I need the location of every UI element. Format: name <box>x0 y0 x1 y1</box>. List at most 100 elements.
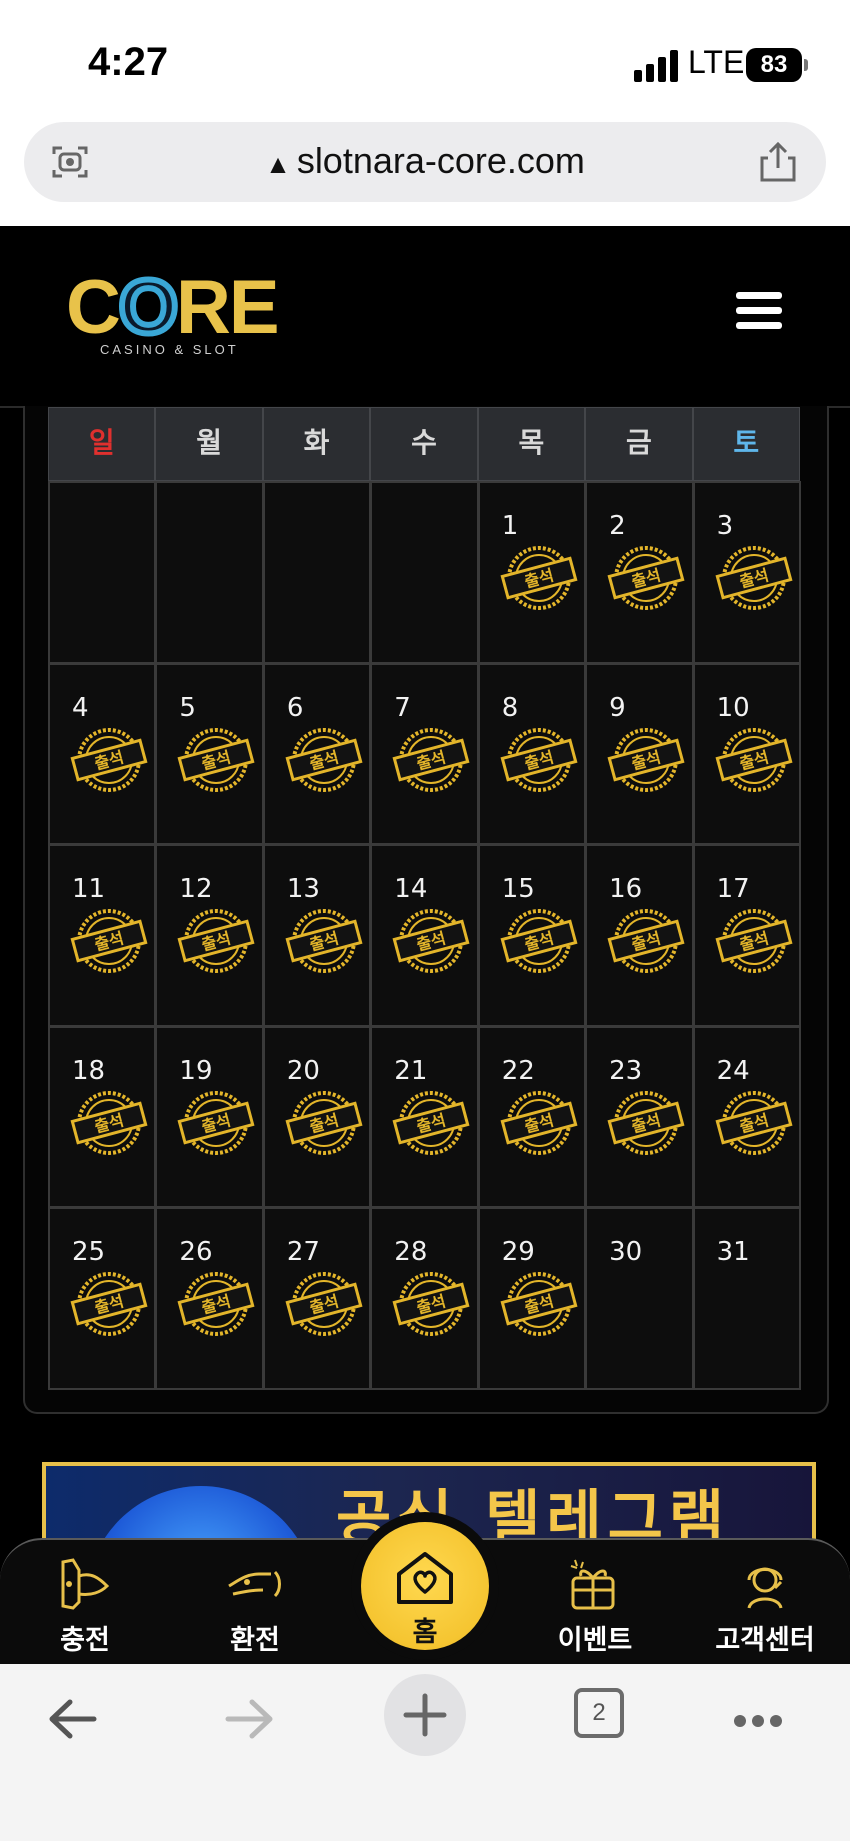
day-number: 23 <box>609 1055 643 1086</box>
calendar-day-cell: 22 출석 <box>477 1025 587 1209</box>
day-number: 26 <box>179 1237 213 1268</box>
attendance-stamp-icon: 출석 <box>70 1090 148 1155</box>
site-header: CORE CASINO & SLOT <box>0 226 850 408</box>
calendar-day-cell: 16 출석 <box>585 844 694 1027</box>
day-number: 7 <box>394 692 411 723</box>
day-number: 3 <box>716 511 734 541</box>
calendar-day-cell: 8 출석 <box>477 662 587 846</box>
home-heart-icon <box>397 1552 453 1604</box>
attendance-stamp-icon: 출석 <box>715 546 793 610</box>
new-tab-button[interactable] <box>384 1674 466 1756</box>
calendar-day-cell: 9 출석 <box>585 662 694 846</box>
nav-event-label: 이벤트 <box>557 1625 633 1656</box>
attendance-stamp-icon: 출석 <box>70 727 148 792</box>
weekday-label: 수 <box>370 407 478 481</box>
back-arrow-icon[interactable] <box>44 1694 100 1744</box>
nav-support[interactable]: 고객센터 <box>700 1556 830 1657</box>
gift-icon <box>570 1559 615 1610</box>
attendance-stamp-icon: 출석 <box>177 909 255 974</box>
browser-address-area: ▲ slotnara-core.com <box>0 120 850 226</box>
day-number: 10 <box>716 692 750 723</box>
day-number: 24 <box>716 1055 750 1086</box>
calendar-day-cell <box>370 481 479 664</box>
attendance-stamp-icon: 출석 <box>177 1272 255 1337</box>
nav-exchange-label: 환전 <box>230 1625 280 1656</box>
day-number: 25 <box>72 1237 106 1268</box>
calendar-day-cell: 15 출석 <box>477 844 587 1027</box>
plus-icon <box>403 1693 447 1737</box>
calendar-grid: 1 출석 2 출석 3 출석 4 출석 5 출석 6 출석 7 출석 8 출석 9 출석 10 출석 11 출석 12 출석 1… <box>48 481 801 1390</box>
more-options-icon[interactable] <box>734 1712 788 1727</box>
day-number: 6 <box>286 692 304 723</box>
weekday-label: 월 <box>155 407 263 481</box>
attendance-stamp-icon: 출석 <box>715 1090 793 1155</box>
calendar-day-cell: 12 출석 <box>155 844 264 1027</box>
day-number: 18 <box>72 1055 106 1086</box>
attendance-stamp-icon: 출석 <box>392 1090 470 1155</box>
support-agent-icon <box>747 1567 783 1609</box>
day-number: 12 <box>179 874 213 905</box>
forward-arrow-icon[interactable] <box>222 1694 278 1744</box>
exchange-icon <box>228 1570 281 1598</box>
day-number: 22 <box>501 1055 535 1086</box>
day-number: 28 <box>394 1237 428 1268</box>
attendance-stamp-icon: 출석 <box>500 1090 578 1155</box>
logo-wordmark: CORE <box>66 265 280 350</box>
attendance-stamp-icon: 출석 <box>607 1090 685 1155</box>
calendar-day-cell: 1 출석 <box>477 481 587 664</box>
calendar-day-cell: 13 출석 <box>262 844 372 1027</box>
core-logo[interactable]: CORE CASINO & SLOT <box>66 265 280 358</box>
browser-toolbar: 2 <box>0 1664 850 1841</box>
calendar-day-cell: 7 출석 <box>370 662 479 846</box>
day-number: 1 <box>501 511 519 541</box>
calendar-day-cell: 10 출석 <box>692 662 801 846</box>
attendance-stamp-icon: 출석 <box>177 727 255 792</box>
calendar-day-cell <box>48 481 157 664</box>
network-type: LTE <box>688 44 745 80</box>
day-number: 2 <box>609 511 626 541</box>
day-number: 20 <box>286 1055 320 1086</box>
weekday-label: 토 <box>692 407 800 481</box>
day-number: 5 <box>179 692 196 723</box>
calendar-day-cell <box>155 481 264 664</box>
calendar-day-cell: 19 출석 <box>155 1025 264 1209</box>
address-bar[interactable]: ▲ slotnara-core.com <box>24 122 826 202</box>
nav-home-button[interactable]: 홈 <box>361 1512 489 1664</box>
battery-icon: 83 <box>746 48 808 82</box>
attendance-stamp-icon: 출석 <box>500 727 578 792</box>
calendar-day-cell: 3 출석 <box>692 481 801 664</box>
nav-event[interactable]: 이벤트 <box>530 1556 660 1657</box>
day-number: 19 <box>179 1055 213 1086</box>
attendance-stamp-icon: 출석 <box>607 909 685 974</box>
status-time: 4:27 <box>88 40 169 84</box>
weekday-label: 일 <box>48 407 156 481</box>
calendar-day-cell: 21 출석 <box>370 1025 479 1209</box>
day-number: 13 <box>286 874 320 905</box>
attendance-stamp-icon: 출석 <box>285 1090 363 1155</box>
day-number: 11 <box>72 874 106 905</box>
calendar-day-cell: 11 출석 <box>48 844 157 1027</box>
day-number: 31 <box>716 1237 750 1268</box>
share-icon[interactable] <box>758 140 798 184</box>
nav-charge[interactable]: 충전 <box>20 1556 150 1657</box>
attendance-stamp-icon: 출석 <box>392 909 470 974</box>
weekday-label: 화 <box>262 407 371 481</box>
calendar-day-cell: 27 출석 <box>262 1207 372 1390</box>
day-number: 27 <box>286 1237 320 1268</box>
calendar-day-cell: 6 출석 <box>262 662 372 846</box>
day-number: 9 <box>609 692 626 723</box>
calendar-day-cell: 31 <box>692 1207 801 1390</box>
tab-switcher-button[interactable]: 2 <box>574 1688 624 1738</box>
calendar-day-cell: 14 출석 <box>370 844 479 1027</box>
nav-exchange[interactable]: 환전 <box>190 1556 320 1657</box>
calendar-day-cell: 26 출석 <box>155 1207 264 1390</box>
calendar-day-cell: 29 출석 <box>477 1207 587 1390</box>
day-number: 21 <box>394 1055 428 1086</box>
attendance-stamp-icon: 출석 <box>392 1272 470 1337</box>
calendar-day-cell: 4 출석 <box>48 662 157 846</box>
hamburger-menu-icon[interactable] <box>736 292 782 332</box>
nav-support-label: 고객센터 <box>715 1625 815 1656</box>
attendance-stamp-icon: 출석 <box>285 1272 363 1337</box>
nav-charge-label: 충전 <box>60 1625 110 1656</box>
url-text[interactable]: ▲ slotnara-core.com <box>24 140 826 182</box>
